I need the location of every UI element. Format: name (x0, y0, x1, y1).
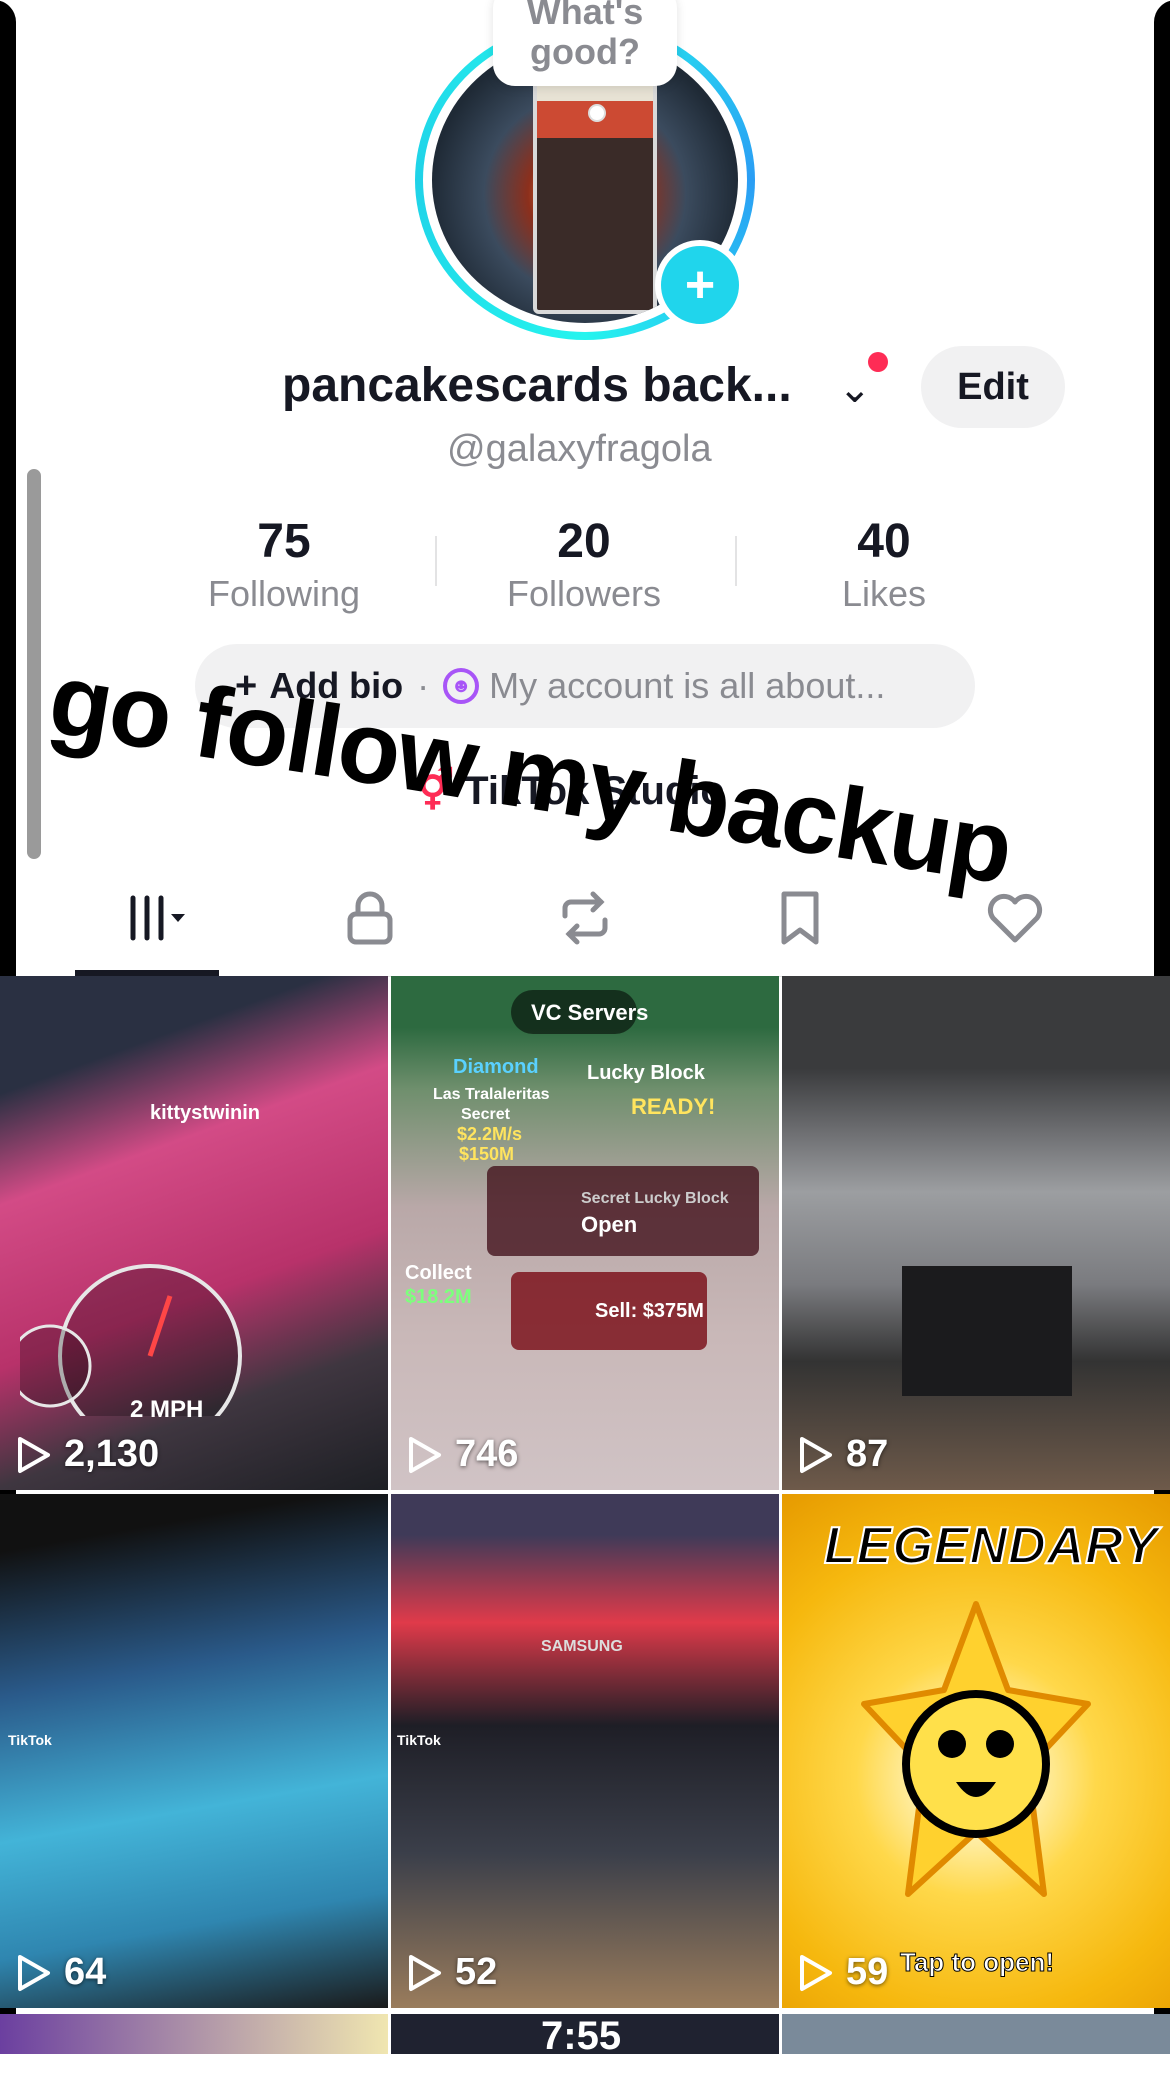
stat-followers[interactable]: 20 Followers (474, 512, 694, 616)
servers-label: VC Servers (531, 1000, 649, 1025)
view-count-value: 87 (846, 1433, 889, 1475)
stat-divider (735, 536, 737, 586)
video-tile[interactable]: kittystwinin 2 MPH 2,130 (0, 976, 388, 1490)
tile-caption: kittystwinin (150, 1102, 261, 1124)
collect-amount: $18.2M (405, 1286, 472, 1308)
scrollbar[interactable] (24, 466, 44, 862)
notification-dot (868, 352, 888, 372)
tiktok-watermark: TikTok (8, 1732, 52, 1748)
stat-divider (435, 536, 437, 586)
open-prompt-subtitle: Secret Lucky Block (581, 1190, 729, 1207)
lucky-block-label: Lucky Block (587, 1062, 705, 1084)
bio-placeholder: My account is all about... (489, 665, 886, 706)
view-count: 59 (798, 1951, 888, 1994)
view-count: 87 (798, 1433, 888, 1476)
avatar-card-slab (532, 59, 658, 314)
price-label: $150M (459, 1144, 515, 1164)
view-count-value: 64 (64, 1951, 107, 1993)
stat-value: 40 (857, 515, 911, 568)
video-tile-peek[interactable] (0, 2014, 388, 2054)
stat-following[interactable]: 75 Following (174, 512, 394, 616)
stat-label: Following (207, 573, 361, 614)
brainrot-name: Las Tralaleritas (433, 1086, 550, 1103)
sell-prompt-label: Sell: $375M (595, 1300, 704, 1322)
video-tile[interactable]: VC Servers Diamond Lucky Block Las Trala… (391, 976, 779, 1490)
edit-profile-button[interactable]: Edit (921, 346, 1065, 428)
view-count: 64 (16, 1951, 106, 1994)
video-tile[interactable]: SAMSUNG TikTok 52 (391, 1494, 779, 2008)
heart-icon (987, 893, 1043, 943)
pit-tent (902, 1266, 1072, 1396)
stat-label: Likes (841, 573, 927, 614)
play-icon (800, 1436, 832, 1473)
open-prompt-label: Open (581, 1212, 638, 1237)
tiktok-watermark: TikTok (397, 1732, 441, 1748)
bottom-nav-bar (0, 2054, 1170, 2080)
collect-label: Collect (405, 1262, 472, 1284)
legendary-title: LEGENDARY (823, 1516, 1159, 1576)
ready-label: READY! (631, 1094, 716, 1119)
play-icon (409, 1954, 441, 1991)
stat-likes[interactable]: 40 Likes (774, 512, 994, 616)
video-tile-peek[interactable]: 7:55 (391, 2014, 779, 2058)
open-prompt[interactable] (487, 1166, 759, 1256)
repost-icon (562, 891, 608, 945)
grid-icon (130, 895, 185, 941)
bookmark-icon (781, 891, 819, 945)
rarity-label: Secret (461, 1106, 510, 1123)
starr-drop-icon (861, 1601, 1091, 1897)
add-story-button[interactable]: + (655, 240, 745, 330)
monitor-brand: SAMSUNG (541, 1638, 623, 1655)
tab-favorites[interactable] (700, 860, 900, 976)
play-icon (800, 1954, 832, 1991)
tap-to-open-label: Tap to open! (899, 1947, 1055, 1978)
speed-readout: 2 MPH (130, 1396, 204, 1423)
profile-handle: @galaxyfragola (447, 428, 712, 470)
status-bubble-tail (588, 104, 606, 122)
rate-label: $2.2M/s (457, 1124, 523, 1144)
peek-time: 7:55 (541, 2014, 622, 2058)
stat-value: 75 (257, 515, 311, 568)
stat-label: Followers (506, 573, 662, 614)
video-tile[interactable]: LEGENDARY Tap to open! 59 (782, 1494, 1170, 2008)
play-icon (18, 1436, 50, 1473)
video-tile[interactable]: TikTok 64 (0, 1494, 388, 2008)
video-tile[interactable]: 87 (782, 976, 1170, 1490)
lock-icon (347, 891, 393, 945)
view-count: 52 (407, 1951, 497, 1994)
play-icon (18, 1954, 50, 1991)
profile-name[interactable]: pancakescards back... (282, 358, 792, 413)
play-icon (409, 1436, 441, 1473)
tab-liked[interactable] (915, 860, 1115, 976)
diamond-label: Diamond (453, 1056, 539, 1078)
view-count-value: 2,130 (64, 1433, 160, 1475)
view-count-value: 52 (455, 1951, 498, 1993)
chevron-down-icon[interactable]: ⌄ (838, 366, 872, 412)
video-tile-peek[interactable] (782, 2014, 1170, 2054)
stat-value: 20 (557, 515, 611, 568)
tab-private[interactable] (270, 860, 470, 976)
tab-videos[interactable] (55, 860, 255, 976)
profile-tabs (0, 860, 1170, 977)
view-count-value: 746 (455, 1433, 519, 1475)
speedometer-graphic (20, 1264, 242, 1416)
view-count: 746 (407, 1433, 518, 1476)
view-count: 2,130 (16, 1433, 159, 1476)
status-bubble[interactable]: What's good? (493, 0, 677, 86)
smile-icon: ☻ (443, 668, 480, 704)
tab-reposts[interactable] (485, 860, 685, 976)
view-count-value: 59 (846, 1951, 889, 1993)
